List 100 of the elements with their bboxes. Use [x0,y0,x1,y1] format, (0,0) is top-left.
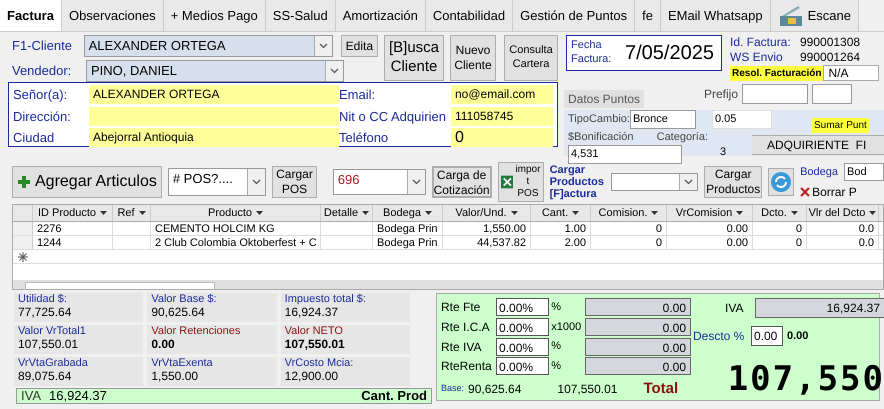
table-cell: 44,537.82 [477,237,526,249]
quote-combo[interactable]: 696 [332,169,426,195]
prefix-label: Prefijo [704,86,740,103]
tab[interactable]: + Medios Pago [164,0,266,31]
table-cell: 0.00 [726,223,748,235]
unit-label: % [550,300,562,316]
field-input[interactable]: 0 [451,128,553,148]
field-input[interactable]: 111058745 [451,106,553,126]
edit-button[interactable]: Edita [340,35,378,57]
field-label: Dirección: [13,108,72,126]
stat-value: 90,625.64 [151,306,206,319]
vendor-combo[interactable]: PINO, DANIEL [86,60,344,82]
stat-label: Valor Base $: [151,293,218,306]
iva-label: IVA [21,389,41,403]
table-cell: 1,550.00 [483,223,526,235]
field-input[interactable]: Abejorral Antioquia [89,128,339,148]
refresh-button[interactable] [768,168,794,196]
client-combo[interactable]: ALEXANDER ORTEGA [84,35,333,57]
column-header[interactable]: Cant. [531,205,591,221]
column-header[interactable]: Comision. [591,205,667,221]
consult-button[interactable]: Consulta Cartera [504,35,558,81]
stat-value: 0.00 [151,338,176,351]
products-combo[interactable] [611,173,698,191]
dropdown-button[interactable] [679,174,698,190]
tab[interactable]: Escane [770,0,859,31]
category-label: Categoría: [656,130,708,144]
rate-field[interactable]: 0.00% [496,338,550,356]
tab[interactable]: EMail Whatsapp [660,0,771,31]
discount-field[interactable]: 0.00 [751,326,783,346]
unit-label: % [550,339,562,354]
field-label: Nit o CC Adquirien [339,108,447,126]
unit-label: % [550,358,562,374]
type-field[interactable]: Bronce [630,110,696,128]
rate-field[interactable]: 0.00% [496,357,550,376]
dropdown-button[interactable] [247,169,266,195]
bonus-label: $Bonificación [568,130,634,144]
new-row-icon [18,252,28,262]
dropdown-button[interactable] [406,170,425,194]
count-label: Cant. Prod [361,389,427,403]
column-header[interactable]: Producto [151,205,321,221]
field-input[interactable]: ALEXANDER ORTEGA [89,85,339,104]
column-header[interactable]: Vlr del Dcto [807,205,879,221]
resolution-label: Resol. Facturación [730,66,824,80]
column-header[interactable]: Ref [113,205,151,221]
sort-caret-icon [362,211,370,215]
column-header[interactable]: VrComision [667,205,753,221]
column-header[interactable]: Valor/Und. [443,205,531,221]
pos-combo[interactable]: # POS?.... [168,168,266,196]
stat-label: Impuesto total $: [284,293,367,306]
date-value: 7/05/2025 [625,41,714,66]
table-cell: Bodega Prin [377,237,438,249]
search-client-button[interactable]: [B]usca Cliente [384,35,444,81]
field-label: Teléfono [339,129,390,147]
add-items-button[interactable]: Agregar Articulos [12,166,162,198]
import-pos-button[interactable]: impor t POS [498,162,544,202]
bonus-field[interactable]: 4,531 [568,145,682,164]
dropdown-button[interactable] [314,36,332,56]
load-quote-button[interactable]: Carga de Cotización [432,166,492,198]
retention-label: Rte IVA [441,338,482,356]
rate-field[interactable]: 0.00% [496,318,550,336]
prefix-field[interactable] [812,84,852,104]
combo-value: 696 [336,171,360,189]
table-cell: 2.00 [564,237,586,249]
tab[interactable]: Contabilidad [426,0,514,31]
load-products-button[interactable]: Cargar Productos [704,166,762,198]
warehouse-field[interactable]: Bod [844,162,884,182]
total-label: Total [643,378,678,398]
resolution-field[interactable]: N/A [823,65,880,81]
tab[interactable]: Amortización [336,0,426,31]
field-input[interactable] [89,106,339,126]
field-input[interactable]: no@email.com [451,85,553,104]
column-header[interactable]: ID Producto [33,205,113,221]
retention-label: Rte Fte [441,299,482,316]
column-header[interactable]: Detalle [321,205,373,221]
buyer-button[interactable]: ADQUIRIENTE FI [752,135,884,155]
stat-label: VrVtaGrabada [18,357,89,370]
client-label: F1-Cliente [12,37,73,56]
amount-field: 0.00 [584,338,691,356]
rate-field[interactable]: 0.05 [712,110,772,128]
tab[interactable]: Gestión de Puntos [513,0,636,31]
column-header[interactable]: Dcto. [753,205,807,221]
load-pos-button[interactable]: Cargar POS [272,166,317,198]
rate-field[interactable]: 0.00% [496,298,550,316]
table-cell: Bodega Prin [377,223,438,235]
amount-field: 0.00 [584,318,691,336]
sort-caret-icon [651,211,658,215]
add-points-label: Sumar Punt [812,118,869,133]
tab[interactable]: Factura [0,0,62,31]
tab[interactable]: SS-Salud [266,0,336,31]
stat-label: VrCosto Mcia: [284,357,354,370]
dropdown-button[interactable] [325,61,343,81]
column-header[interactable]: Bodega [373,205,443,221]
type-label: TipoCambio: [568,112,630,127]
tab[interactable]: Observaciones [62,0,164,31]
field-label: Ciudad [13,129,56,147]
sort-caret-icon [510,211,518,215]
tab[interactable]: fe [635,0,661,31]
delete-button[interactable]: Borrar P [800,183,884,202]
prefix-field[interactable] [742,84,808,104]
new-client-button[interactable]: Nuevo Cliente [450,35,496,81]
